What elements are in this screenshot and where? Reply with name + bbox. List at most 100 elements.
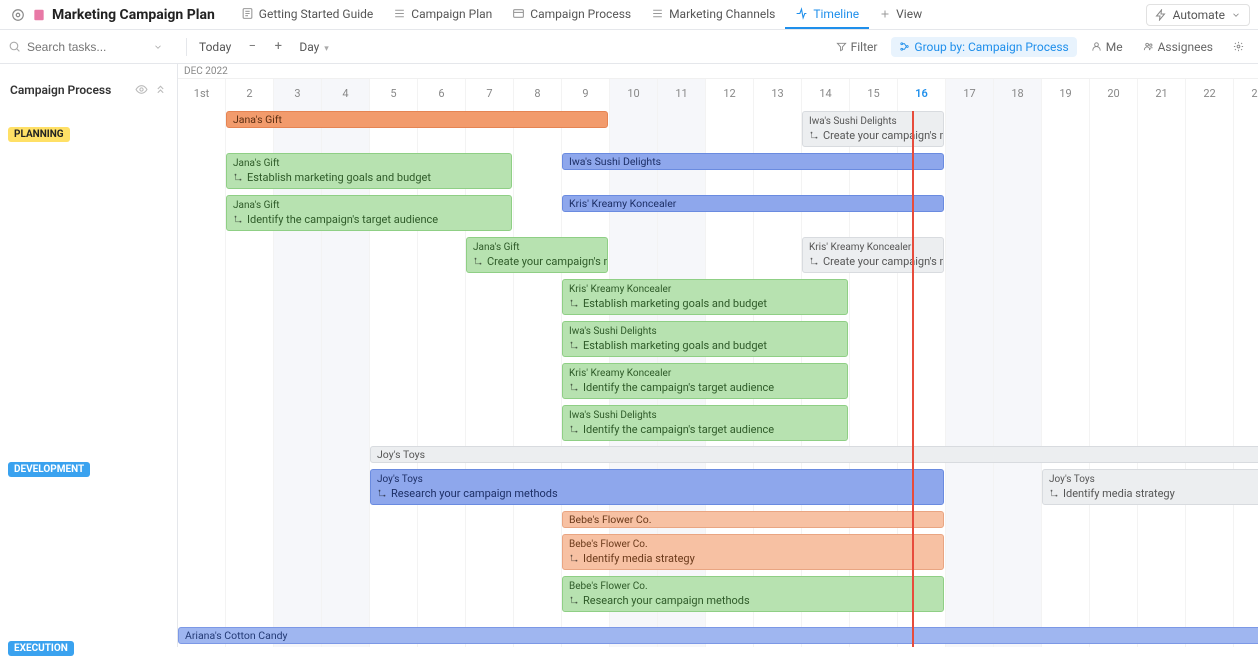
bar-subtitle: Research your campaign methods bbox=[569, 594, 750, 607]
day-header[interactable]: 4 bbox=[322, 79, 370, 111]
timeline-bar[interactable]: Joy's Toys bbox=[370, 446, 1258, 463]
filter-button[interactable]: Filter bbox=[830, 38, 884, 56]
day-header[interactable]: 2 bbox=[226, 79, 274, 111]
bar-subtitle: Identify the campaign's target audience bbox=[233, 213, 438, 226]
day-header[interactable]: 10 bbox=[610, 79, 658, 111]
timeline-bar[interactable]: Kris' Kreamy KoncealerCreate your campai… bbox=[802, 237, 944, 273]
tab-label: Getting Started Guide bbox=[259, 7, 373, 21]
timeline-bar[interactable]: Joy's ToysResearch your campaign methods bbox=[370, 469, 944, 505]
day-header[interactable]: 11 bbox=[658, 79, 706, 111]
timeline-bar[interactable]: Ariana's Cotton Candy bbox=[178, 627, 1258, 644]
tab-marketing-channels[interactable]: Marketing Channels bbox=[641, 0, 785, 29]
zoom-out-button[interactable]: − bbox=[243, 38, 261, 56]
timeline-bar[interactable]: Jana's GiftCreate your campaign's m... bbox=[466, 237, 608, 273]
assignees-button[interactable]: Assignees bbox=[1137, 38, 1219, 56]
timeline-month: DEC 2022 bbox=[178, 64, 1258, 79]
timeline-bar[interactable]: Iwa's Sushi DelightsIdentify the campaig… bbox=[562, 405, 848, 441]
timeline-bar[interactable]: Jana's Gift bbox=[226, 111, 608, 128]
day-header[interactable]: 8 bbox=[514, 79, 562, 111]
phase-badge-execution[interactable]: EXECUTION bbox=[8, 641, 74, 656]
day-header[interactable]: 15 bbox=[850, 79, 898, 111]
tab-campaign-plan[interactable]: Campaign Plan bbox=[383, 0, 502, 29]
search-box[interactable] bbox=[8, 40, 178, 54]
sidebar-header-label: Campaign Process bbox=[10, 83, 111, 97]
timeline-bar[interactable]: Iwa's Sushi Delights bbox=[562, 153, 944, 170]
view-tabs: Getting Started Guide Campaign PlanCampai… bbox=[231, 0, 1142, 29]
topbar: Marketing Campaign Plan Getting Started … bbox=[0, 0, 1258, 30]
day-header[interactable]: 18 bbox=[994, 79, 1042, 111]
settings-button[interactable] bbox=[1227, 39, 1250, 54]
bar-title: Jana's Gift bbox=[233, 200, 280, 211]
automate-button[interactable]: Automate bbox=[1146, 4, 1250, 26]
tab-getting-started-guide[interactable]: Getting Started Guide bbox=[231, 0, 383, 29]
timeline-bar[interactable]: Jana's Gift Identify the campaign's targe… bbox=[226, 195, 512, 231]
timeline-bar[interactable]: Bebe's Flower Co.Research your campaign … bbox=[562, 576, 944, 612]
people-icon bbox=[1143, 41, 1154, 52]
scale-dropdown[interactable]: Day ▾ bbox=[295, 38, 333, 56]
subtask-icon bbox=[569, 341, 579, 351]
today-button[interactable]: Today bbox=[195, 38, 235, 56]
phase-badge-planning[interactable]: PLANNING bbox=[8, 127, 70, 142]
day-header[interactable]: 5 bbox=[370, 79, 418, 111]
zoom-in-button[interactable]: + bbox=[269, 38, 287, 56]
bolt-icon bbox=[1155, 9, 1167, 21]
timeline-bar[interactable]: Iwa's Sushi DelightsEstablish marketing … bbox=[562, 321, 848, 357]
search-input[interactable] bbox=[27, 40, 147, 54]
timeline[interactable]: DEC 2022 1st2345678910111213141516171819… bbox=[178, 64, 1258, 647]
me-button[interactable]: Me bbox=[1085, 38, 1129, 56]
page-title: Marketing Campaign Plan bbox=[52, 7, 215, 23]
subtask-icon bbox=[569, 554, 579, 564]
timeline-bar[interactable]: Iwa's Sushi Delights Create your campaign… bbox=[802, 111, 944, 147]
subtask-icon bbox=[233, 173, 243, 183]
day-header[interactable]: 21 bbox=[1138, 79, 1186, 111]
timeline-bar[interactable]: Bebe's Flower Co.Identify media strategy bbox=[562, 534, 944, 570]
tab-label: View bbox=[896, 7, 922, 21]
day-header[interactable]: 1st bbox=[178, 79, 226, 111]
subtask-icon bbox=[569, 425, 579, 435]
day-header[interactable]: 19 bbox=[1042, 79, 1090, 111]
day-header[interactable]: 12 bbox=[706, 79, 754, 111]
timeline-bar[interactable]: Joy's ToysIdentify media strategy bbox=[1042, 469, 1258, 505]
timeline-bar[interactable]: Kris' Kreamy KoncealerIdentify the campa… bbox=[562, 363, 848, 399]
day-header[interactable]: 13 bbox=[754, 79, 802, 111]
subtask-icon bbox=[1049, 489, 1059, 499]
day-header[interactable]: 20 bbox=[1090, 79, 1138, 111]
tab-icon bbox=[393, 7, 406, 20]
day-header[interactable]: 9 bbox=[562, 79, 610, 111]
bar-subtitle: Identify media strategy bbox=[1049, 487, 1175, 500]
subtask-icon bbox=[569, 383, 579, 393]
sidebar: Campaign Process PLANNINGDEVELOPMENTEXEC… bbox=[0, 64, 178, 647]
visibility-icon[interactable] bbox=[135, 83, 148, 96]
timeline-bar[interactable]: Kris' Kreamy Koncealer bbox=[562, 195, 944, 212]
day-header[interactable]: 16 bbox=[898, 79, 946, 111]
day-header[interactable]: 23 bbox=[1234, 79, 1258, 111]
groupby-button[interactable]: Group by: Campaign Process bbox=[891, 37, 1076, 57]
timeline-bar[interactable]: Bebe's Flower Co. bbox=[562, 511, 944, 528]
timeline-bar[interactable]: Jana's GiftEstablish marketing goals and… bbox=[226, 153, 512, 189]
day-header[interactable]: 17 bbox=[946, 79, 994, 111]
bar-title: Jana's Gift bbox=[233, 113, 282, 126]
day-header[interactable]: 7 bbox=[466, 79, 514, 111]
phase-badge-development[interactable]: DEVELOPMENT bbox=[8, 462, 90, 477]
tab-timeline[interactable]: Timeline bbox=[785, 0, 869, 29]
tab-campaign-process[interactable]: Campaign Process bbox=[502, 0, 641, 29]
chevron-down-icon[interactable] bbox=[153, 42, 163, 52]
bar-title: Iwa's Sushi Delights bbox=[569, 410, 657, 421]
bar-title: Kris' Kreamy Koncealer bbox=[569, 197, 676, 210]
day-header[interactable]: 14 bbox=[802, 79, 850, 111]
bar-subtitle: Research your campaign methods bbox=[377, 487, 558, 500]
timeline-bar[interactable]: Kris' Kreamy KoncealerEstablish marketin… bbox=[562, 279, 848, 315]
day-header[interactable]: 22 bbox=[1186, 79, 1234, 111]
day-header[interactable]: 6 bbox=[418, 79, 466, 111]
chevron-down-icon: ▾ bbox=[324, 44, 329, 54]
bar-subtitle: Create your campaign's m... bbox=[809, 129, 944, 142]
bar-title: Joy's Toys bbox=[377, 448, 425, 461]
today-marker bbox=[912, 111, 914, 647]
tab-view[interactable]: View bbox=[869, 0, 932, 29]
app-menu-icon[interactable] bbox=[8, 5, 28, 25]
bar-subtitle: Identify the campaign's target audience bbox=[569, 381, 774, 394]
day-header[interactable]: 3 bbox=[274, 79, 322, 111]
bar-title: Iwa's Sushi Delights bbox=[809, 116, 897, 127]
collapse-icon[interactable] bbox=[154, 83, 167, 96]
bar-title: Iwa's Sushi Delights bbox=[569, 326, 657, 337]
